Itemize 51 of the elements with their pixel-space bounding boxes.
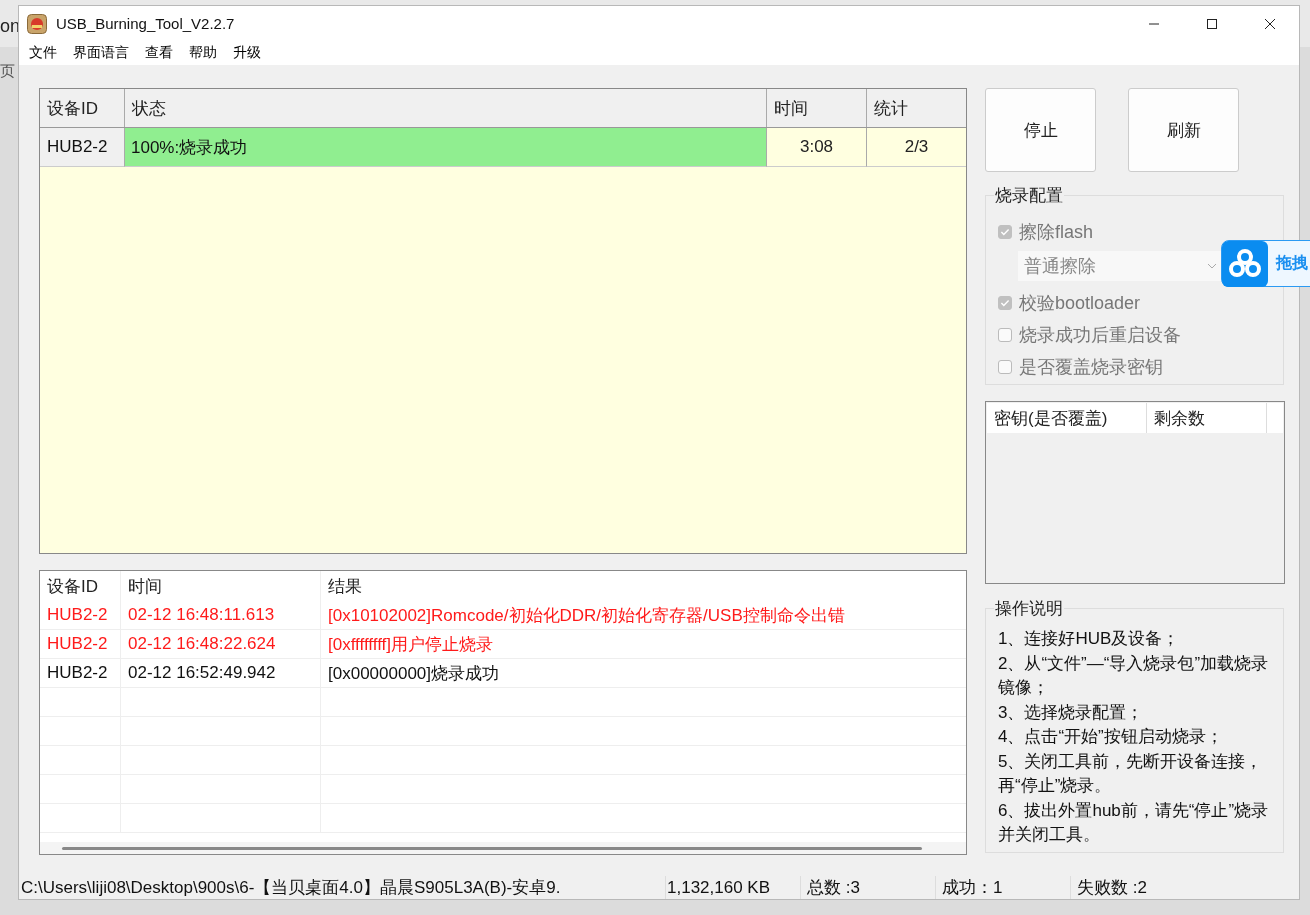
menu-item[interactable]: 升级 xyxy=(225,44,269,63)
table-cell: HUB2-2 xyxy=(40,659,121,687)
background-text: 页 xyxy=(0,62,15,81)
instruction-text: 4、点击“开始”按钮启动烧录； xyxy=(998,726,1224,748)
maximize-icon[interactable] xyxy=(1206,17,1218,30)
group-title: 操作说明 xyxy=(994,597,1064,620)
group-title: 烧录配置 xyxy=(994,184,1064,207)
table-cell-text: [0xffffffff]用户停止烧录 xyxy=(327,633,495,656)
menu-item[interactable]: 界面语言 xyxy=(65,44,137,63)
status-text: 1,132,160 KB xyxy=(666,876,801,899)
instruction-text: 5、关闭工具前，先断开设备连接，再“停止”烧录。 xyxy=(998,750,1264,797)
column-header[interactable]: 设备ID xyxy=(40,89,125,127)
menu-item[interactable]: 文件 xyxy=(21,44,65,63)
check-icon xyxy=(999,297,1011,309)
table-cell: HUB2-2 xyxy=(40,128,125,167)
column-header[interactable]: 密钥(是否覆盖) xyxy=(987,403,1147,433)
close-icon[interactable] xyxy=(1264,17,1276,30)
column-header[interactable]: 结果 xyxy=(321,571,966,601)
table-cell-text: [0x00000000]烧录成功 xyxy=(327,662,501,685)
column-header[interactable]: 剩余数 xyxy=(1147,403,1267,433)
table-cell: 02-12 16:52:49.942 xyxy=(121,659,321,687)
table-cell: 02-12 16:48:22.624 xyxy=(121,630,321,658)
check-icon xyxy=(999,226,1011,238)
column-header[interactable]: 状态 xyxy=(125,89,767,127)
instruction-text: 3、选择烧录配置； xyxy=(998,701,1145,724)
button[interactable]: 停止 xyxy=(985,88,1096,172)
column-header[interactable]: 统计 xyxy=(867,89,966,127)
column-header[interactable]: 时间 xyxy=(767,89,867,127)
instruction-text: 6、拔出外置hub前，请先“停止”烧录并关闭工具。 xyxy=(998,799,1270,846)
caret-icon xyxy=(1207,263,1217,269)
column-header[interactable]: 时间 xyxy=(121,571,321,601)
menu-item[interactable]: 帮助 xyxy=(181,44,225,63)
table-cell: 02-12 16:48:11.613 xyxy=(121,601,321,629)
status-text: 总数 :3 xyxy=(801,876,936,899)
status-text: 失败数 :2 xyxy=(1076,877,1148,899)
window-title: USB_Burning_Tool_V2.2.7 xyxy=(56,15,235,33)
instruction-text: 2、从“文件”—“导入烧录包”加载烧录镜像； xyxy=(998,652,1270,699)
table-cell-text: [0x10102002]Romcode/初始化DDR/初始化寄存器/USB控制命令出错 xyxy=(327,604,846,627)
status-text: 成功：1 xyxy=(936,876,1071,899)
instruction-text: 1、连接好HUB及设备； xyxy=(998,628,1181,650)
button[interactable]: 刷新 xyxy=(1128,88,1239,172)
status-text: C:\Users\liji08\Desktop\900s\6-【当贝桌面4.0】晶晨S905L3A(B)-安卓9. xyxy=(19,876,666,899)
scrollbar[interactable] xyxy=(40,842,966,854)
status-text: 100%:烧录成功 xyxy=(130,136,248,159)
column-header[interactable]: 设备ID xyxy=(40,571,121,601)
app-icon xyxy=(27,13,47,34)
table-cell: HUB2-2 xyxy=(40,630,121,658)
table-cell: 3:08 xyxy=(767,128,867,167)
cloud-icon xyxy=(1222,240,1268,287)
table-cell: HUB2-2 xyxy=(40,601,121,629)
menu-item[interactable]: 查看 xyxy=(137,44,181,63)
